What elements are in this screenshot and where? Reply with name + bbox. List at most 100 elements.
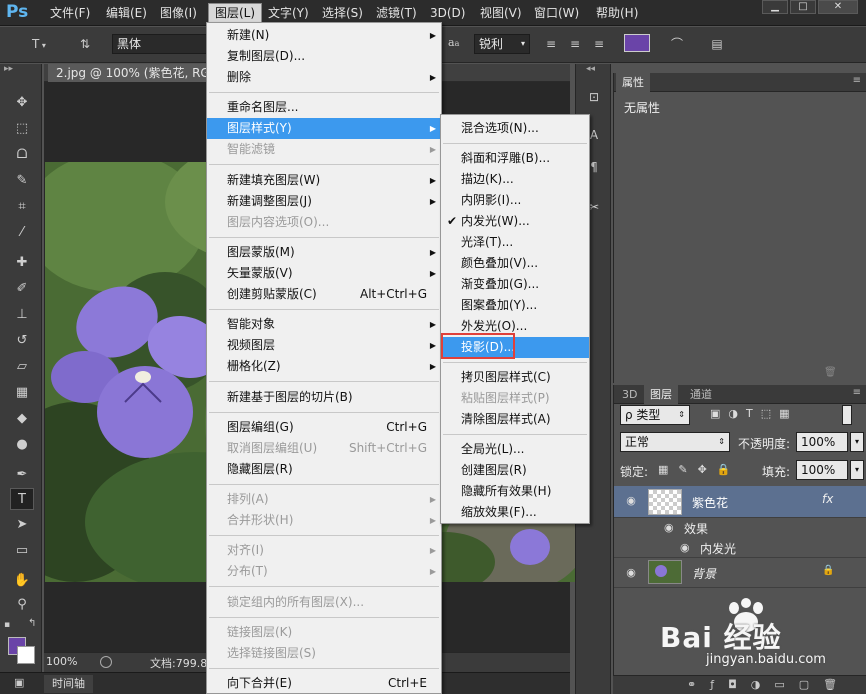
- tab-3d[interactable]: 3D: [616, 385, 643, 404]
- layer-name[interactable]: 背景: [692, 565, 716, 582]
- menu-item[interactable]: 创建剪贴蒙版(C) Alt+Ctrl+G: [207, 284, 441, 305]
- healing-brush-tool-icon[interactable]: ✚: [10, 252, 34, 274]
- status-info-icon[interactable]: [100, 656, 112, 668]
- menu-item[interactable]: 内阴影(I)...: [441, 190, 589, 211]
- menu-item[interactable]: 图层编组(G) Ctrl+G: [207, 417, 441, 438]
- character-panel-icon[interactable]: ▤: [706, 33, 728, 55]
- rectangle-tool-icon[interactable]: ▭: [10, 540, 34, 562]
- dodge-tool-icon[interactable]: ●: [10, 434, 34, 456]
- menu-item[interactable]: 重命名图层...: [207, 97, 441, 118]
- history-brush-tool-icon[interactable]: ↺: [10, 330, 34, 352]
- align-center-icon[interactable]: ≡: [564, 33, 586, 55]
- blend-mode-select[interactable]: 正常 ⇕: [620, 432, 730, 452]
- text-tool-preset-icon[interactable]: T ▾: [22, 33, 56, 55]
- menu-item[interactable]: 新建基于图层的切片(B): [207, 387, 441, 408]
- fill-dropdown[interactable]: ▾: [850, 460, 864, 480]
- zoom-level[interactable]: 100%: [46, 655, 77, 668]
- effect-row[interactable]: ◉ 内发光: [614, 538, 866, 558]
- panel-menu-icon[interactable]: ≡: [853, 75, 861, 86]
- document-tab[interactable]: 2.jpg @ 100% (紫色花, RGB/: [48, 64, 230, 82]
- timeline-tab[interactable]: 时间轴: [44, 675, 93, 693]
- fill-input[interactable]: 100%: [796, 460, 848, 480]
- menu-item[interactable]: 颜色叠加(V)...: [441, 253, 589, 274]
- menu-item[interactable]: 拷贝图层样式(C): [441, 367, 589, 388]
- menu-item[interactable]: 清除图层样式(A): [441, 409, 589, 430]
- menu-item[interactable]: 复制图层(D)...: [207, 46, 441, 67]
- menu-item[interactable]: 智能对象 ▶: [207, 314, 441, 335]
- layer-row[interactable]: ◉ 紫色花 fx: [614, 486, 866, 518]
- collapse-icon[interactable]: ▸▸: [4, 64, 13, 74]
- menu-item[interactable]: 混合选项(N)...: [441, 118, 589, 139]
- align-left-icon[interactable]: ≡: [540, 33, 562, 55]
- menu-item[interactable]: 图案叠加(Y)...: [441, 295, 589, 316]
- crop-tool-icon[interactable]: ⌗: [10, 196, 34, 218]
- eyedropper-tool-icon[interactable]: ⁄: [10, 222, 34, 244]
- menu-item[interactable]: 图层样式(Y) ▶: [207, 118, 441, 140]
- menu-item[interactable]: 图层蒙版(M) ▶: [207, 242, 441, 263]
- swap-colors-icon[interactable]: ↰: [28, 618, 36, 629]
- effects-row[interactable]: ◉ 效果: [614, 518, 866, 538]
- menu-item[interactable]: 全局光(L)...: [441, 439, 589, 460]
- menu-item[interactable]: 向下合并(E) Ctrl+E: [207, 673, 441, 694]
- menu-4[interactable]: 文字(Y): [262, 4, 315, 22]
- pen-tool-icon[interactable]: ✒: [10, 464, 34, 486]
- menu-item[interactable]: 隐藏所有效果(H): [441, 481, 589, 502]
- panel-menu-icon[interactable]: ≡: [853, 387, 861, 398]
- zoom-tool-icon[interactable]: ⚲: [10, 594, 34, 616]
- tab-layers[interactable]: 图层: [644, 385, 678, 404]
- gradient-tool-icon[interactable]: ▦: [10, 382, 34, 404]
- visibility-eye-icon[interactable]: ◉: [624, 566, 638, 580]
- menu-item[interactable]: ✔ 内发光(W)...: [441, 211, 589, 232]
- menu-item[interactable]: 渐变叠加(G)...: [441, 274, 589, 295]
- effect-eye-icon[interactable]: ◉: [680, 541, 690, 554]
- menu-item[interactable]: 视频图层 ▶: [207, 335, 441, 356]
- layer-action-icons[interactable]: ⚭ƒ◘◑▭▢🗑: [687, 678, 851, 691]
- blur-tool-icon[interactable]: ◆: [10, 408, 34, 430]
- antialias-select[interactable]: 锐利 ▾: [474, 34, 530, 54]
- menu-1[interactable]: 编辑(E): [100, 4, 153, 22]
- visibility-eye-icon[interactable]: ◉: [624, 494, 638, 508]
- lock-icons[interactable]: ▦✎✥🔒: [658, 463, 741, 476]
- menu-7[interactable]: 3D(D): [424, 4, 471, 22]
- menu-item[interactable]: 新建调整图层(J) ▶: [207, 191, 441, 212]
- menu-item[interactable]: 新建填充图层(W) ▶: [207, 170, 441, 191]
- align-right-icon[interactable]: ≡: [588, 33, 610, 55]
- menu-item[interactable]: 栅格化(Z) ▶: [207, 356, 441, 377]
- text-orientation-icon[interactable]: ⇅: [74, 33, 96, 55]
- menu-10[interactable]: 帮助(H): [590, 4, 644, 22]
- warp-text-icon[interactable]: ⌒: [666, 33, 688, 55]
- menu-3[interactable]: 图层(L): [208, 3, 263, 23]
- menu-0[interactable]: 文件(F): [44, 4, 96, 22]
- default-colors-icon[interactable]: ▪: [4, 620, 10, 630]
- layer-row[interactable]: ◉ 背景 🔒: [614, 558, 866, 588]
- menu-item[interactable]: 缩放效果(F)...: [441, 502, 589, 523]
- eraser-tool-icon[interactable]: ▱: [10, 356, 34, 378]
- effect-name[interactable]: 内发光: [700, 540, 736, 557]
- menu-2[interactable]: 图像(I): [154, 4, 203, 22]
- layer-filter-icons[interactable]: ▣◑T⬚▦: [710, 407, 798, 420]
- fx-icon[interactable]: fx: [822, 492, 833, 506]
- layer-filter-select[interactable]: ρ 类型 ⇕: [620, 405, 690, 425]
- filter-toggle[interactable]: [842, 405, 852, 425]
- brush-tool-icon[interactable]: ✐: [10, 278, 34, 300]
- tab-properties[interactable]: 属性: [616, 73, 650, 92]
- background-color-swatch[interactable]: [17, 646, 35, 664]
- menu-9[interactable]: 窗口(W): [528, 4, 585, 22]
- menu-6[interactable]: 滤镜(T): [370, 4, 423, 22]
- quick-select-tool-icon[interactable]: ✎: [10, 170, 34, 192]
- minimize-button[interactable]: ▁: [762, 0, 788, 14]
- menu-item[interactable]: 描边(K)...: [441, 169, 589, 190]
- path-selection-tool-icon[interactable]: ➤: [10, 514, 34, 536]
- history-panel-icon[interactable]: ⊡: [584, 88, 604, 106]
- layer-name[interactable]: 紫色花: [692, 494, 728, 511]
- timeline-toggle-icon[interactable]: ▣: [14, 676, 24, 689]
- type-tool-icon[interactable]: T: [10, 488, 34, 510]
- text-color-swatch[interactable]: [624, 34, 650, 52]
- menu-5[interactable]: 选择(S): [316, 4, 369, 22]
- opacity-dropdown[interactable]: ▾: [850, 432, 864, 452]
- maximize-button[interactable]: □: [790, 0, 816, 14]
- menu-item[interactable]: 删除 ▶: [207, 67, 441, 88]
- tab-channels[interactable]: 通道: [684, 385, 718, 404]
- menu-item[interactable]: 新建(N) ▶: [207, 25, 441, 46]
- close-button[interactable]: ✕: [818, 0, 858, 14]
